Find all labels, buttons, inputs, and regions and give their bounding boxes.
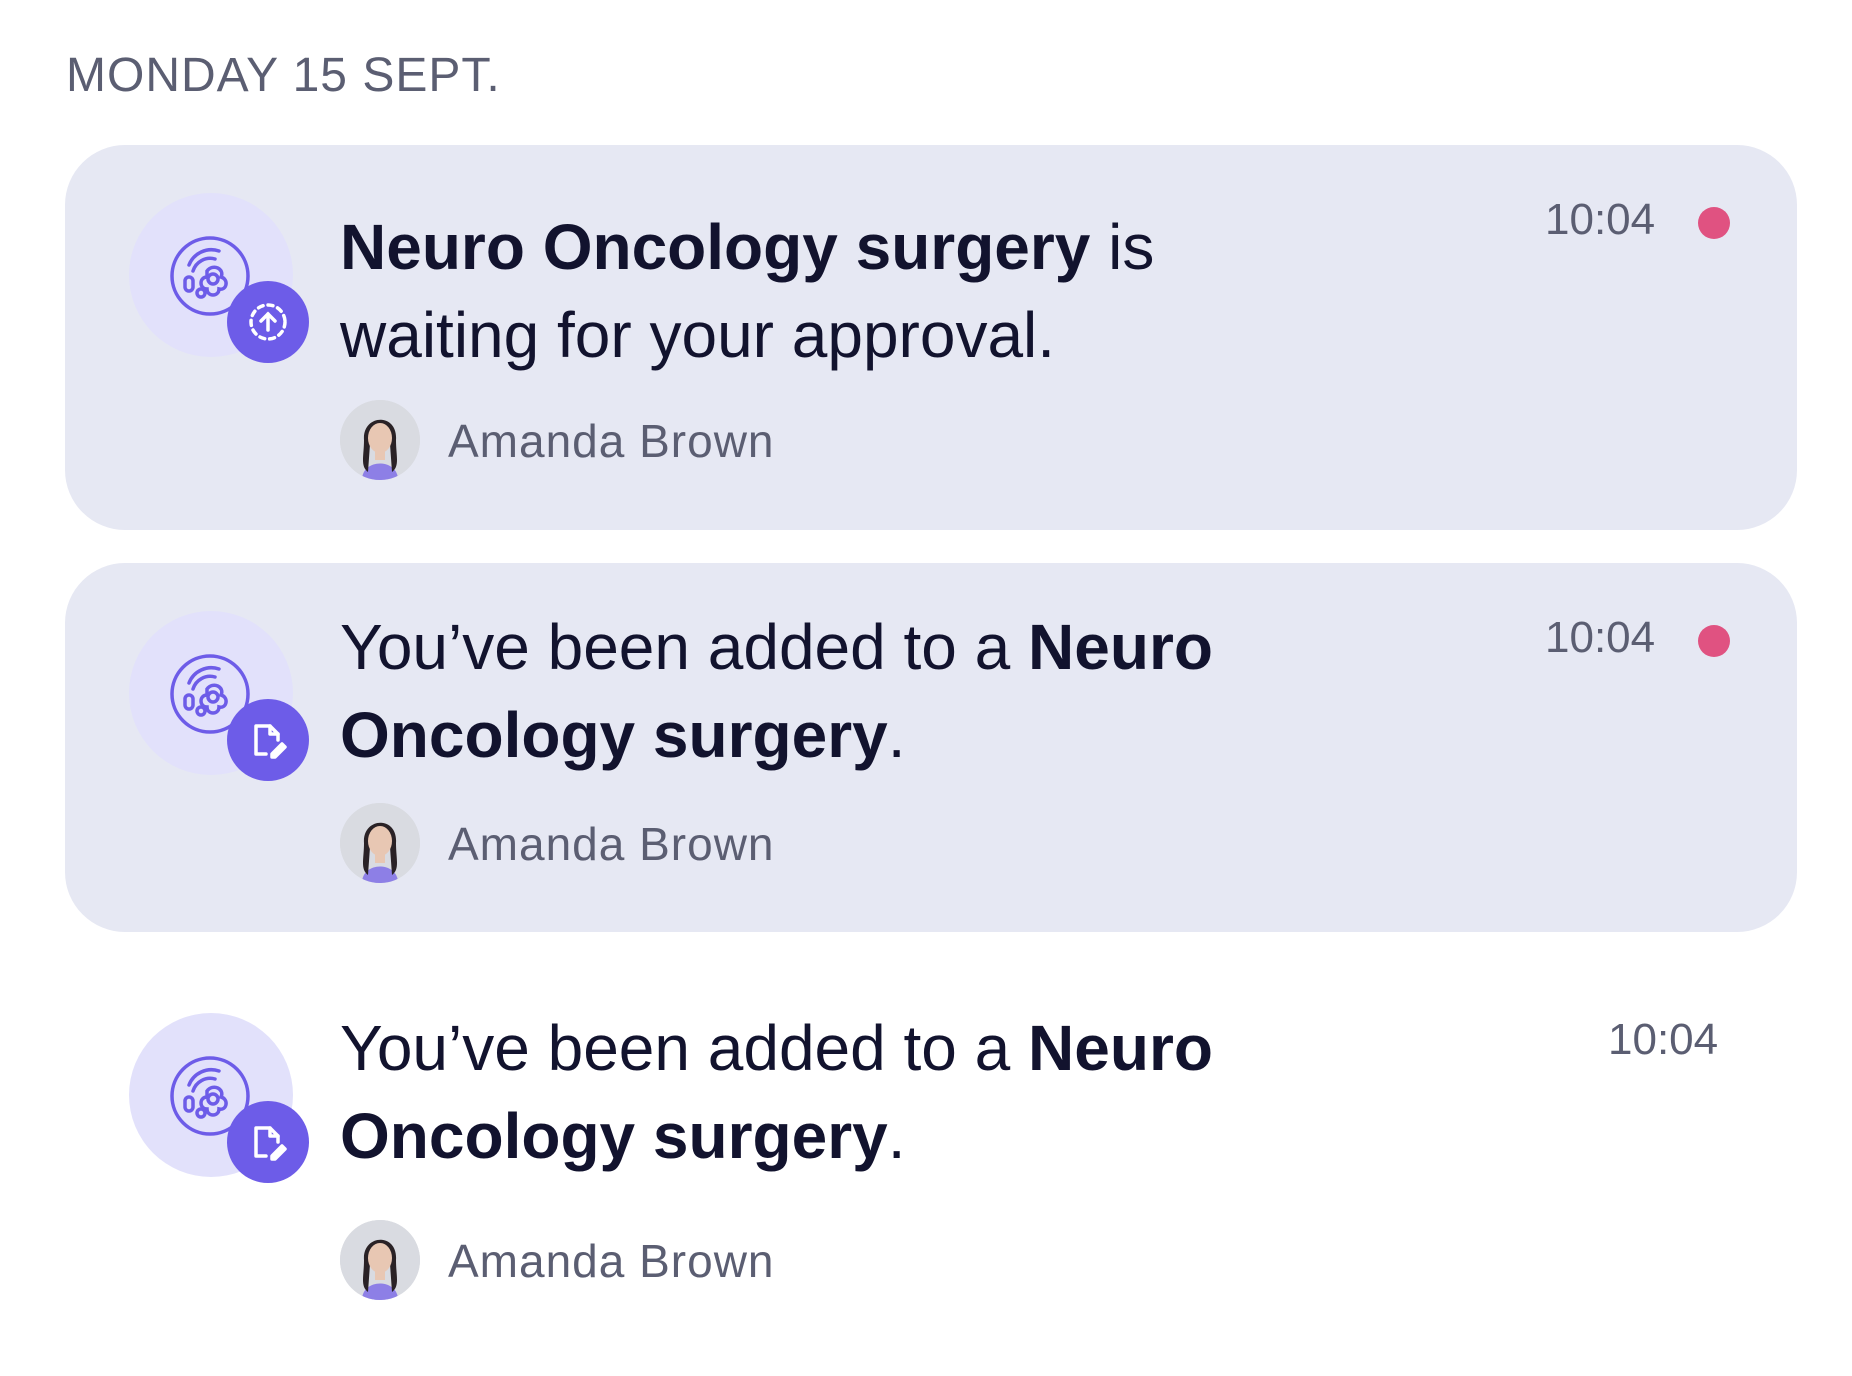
notification-item[interactable]: Neuro Oncology surgery is waiting for yo… — [65, 145, 1797, 530]
message-period: . — [887, 699, 906, 771]
author-name: Amanda Brown — [448, 415, 775, 467]
notification-time: 10:04 — [1545, 195, 1656, 244]
surgery-name: Neuro Oncology surgery — [340, 211, 1091, 283]
notification-time: 10:04 — [1545, 613, 1656, 662]
notification-time: 10:04 — [1608, 1015, 1719, 1064]
message-text: You’ve been added to a — [340, 611, 1029, 683]
notification-icon-group — [129, 1013, 309, 1183]
upload-circle-icon — [227, 281, 309, 363]
notification-message: You’ve been added to a Neuro Oncology su… — [340, 603, 1290, 779]
document-edit-icon — [227, 1101, 309, 1183]
notification-icon-group — [129, 611, 309, 781]
message-period: . — [887, 1100, 906, 1172]
notification-message: Neuro Oncology surgery is waiting for yo… — [340, 203, 1290, 379]
author-name: Amanda Brown — [448, 818, 775, 870]
notification-item[interactable]: You’ve been added to a Neuro Oncology su… — [65, 563, 1797, 932]
avatar — [340, 400, 420, 480]
notification-item[interactable]: You’ve been added to a Neuro Oncology su… — [65, 980, 1797, 1325]
notification-icon-group — [129, 193, 309, 363]
avatar — [340, 1220, 420, 1300]
notification-message: You’ve been added to a Neuro Oncology su… — [340, 1004, 1290, 1180]
unread-indicator — [1698, 207, 1730, 239]
message-text: You’ve been added to a — [340, 1012, 1029, 1084]
avatar — [340, 803, 420, 883]
document-edit-icon — [227, 699, 309, 781]
unread-indicator — [1698, 625, 1730, 657]
author-name: Amanda Brown — [448, 1235, 775, 1287]
date-heading: MONDAY 15 SEPT. — [66, 49, 501, 102]
